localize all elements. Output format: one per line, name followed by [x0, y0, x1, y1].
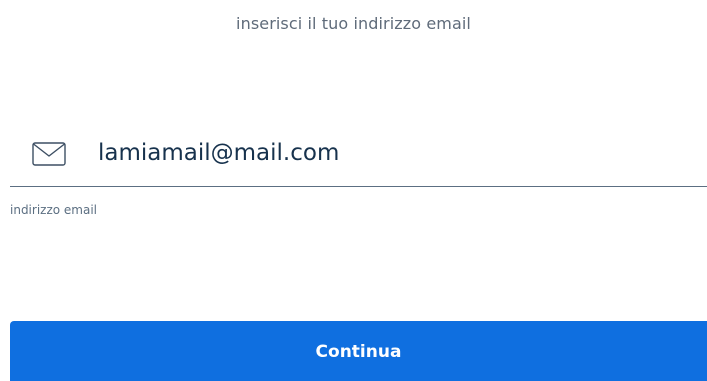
email-field-label: indirizzo email	[10, 203, 98, 217]
email-field[interactable]	[10, 125, 707, 187]
email-input[interactable]	[98, 133, 698, 173]
email-form-page: inserisci il tuo indirizzo email indiriz…	[0, 0, 707, 381]
instruction-text: inserisci il tuo indirizzo email	[236, 14, 471, 33]
continue-button[interactable]: Continua	[10, 321, 707, 381]
envelope-icon	[32, 142, 66, 166]
